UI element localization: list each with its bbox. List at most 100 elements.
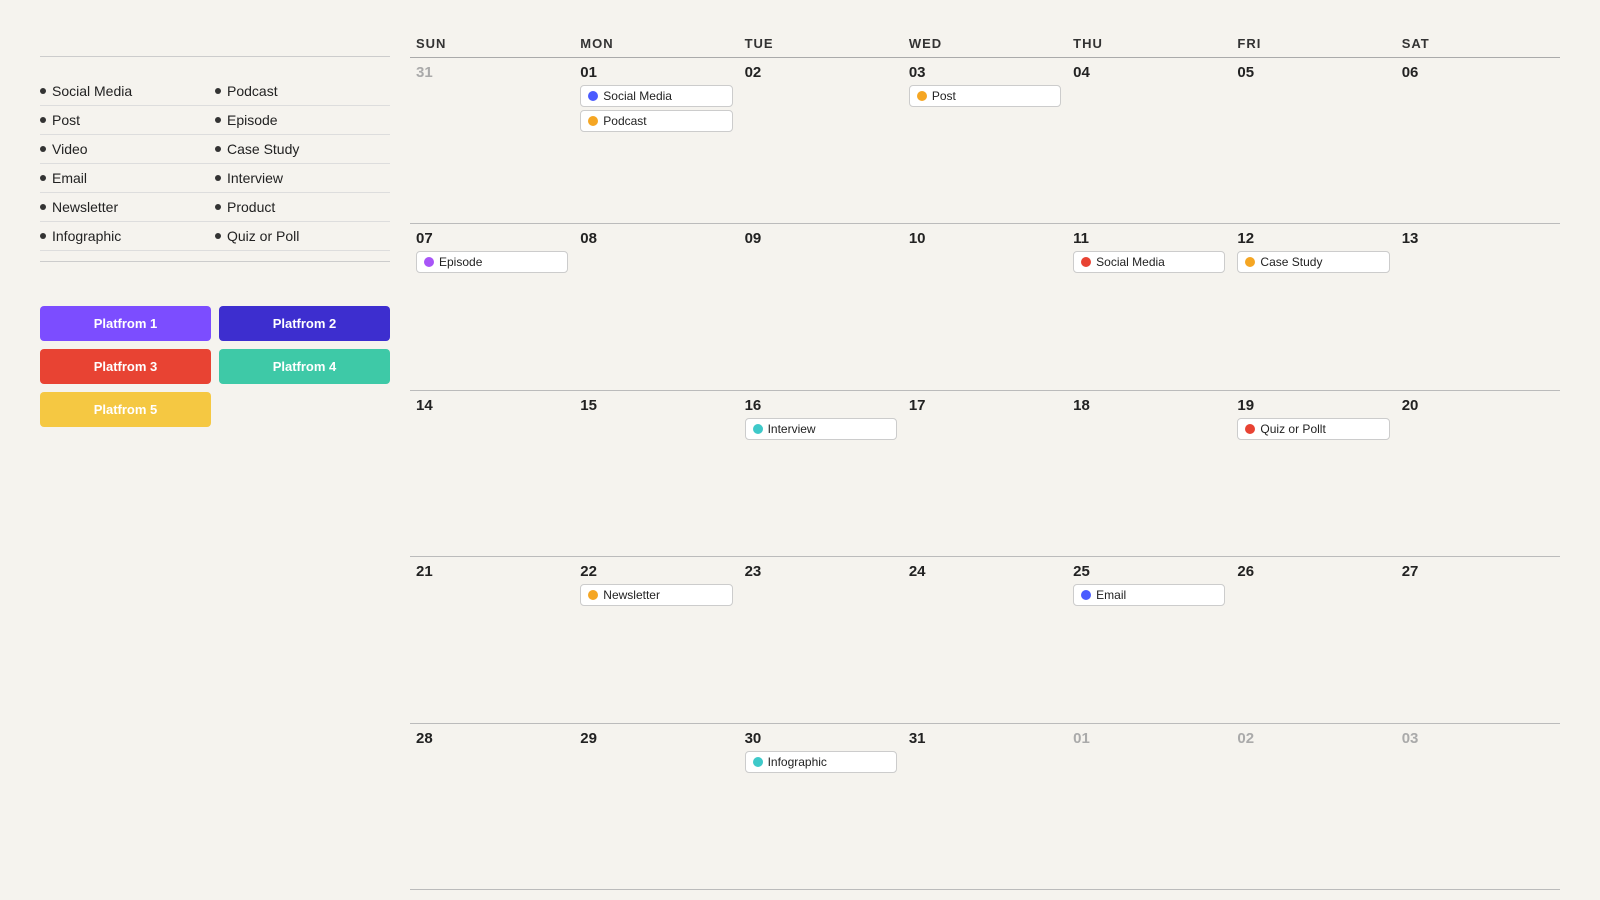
day-of-week: WED [903, 36, 1067, 51]
bullet [215, 117, 221, 123]
calendar-cell: 01 Social Media Podcast [574, 58, 738, 223]
content-type-item: Newsletter [40, 193, 215, 222]
calendar-date: 17 [909, 397, 1061, 414]
event-dot [588, 590, 598, 600]
calendar-date: 14 [416, 397, 568, 414]
calendar-cell: 15 [574, 391, 738, 556]
bullet [215, 88, 221, 94]
calendar-cell: 29 [574, 724, 738, 889]
calendar-date: 23 [745, 563, 897, 580]
calendar-event: Infographic [745, 751, 897, 773]
calendar-date: 25 [1073, 563, 1225, 580]
content-type-col1: Social MediaPostVideoEmailNewsletterInfo… [40, 77, 215, 251]
calendar-date: 01 [1073, 730, 1225, 747]
bullet [40, 175, 46, 181]
calendar-event: Newsletter [580, 584, 732, 606]
calendar-cell: 27 [1396, 557, 1560, 722]
calendar-cell: 25 Email [1067, 557, 1231, 722]
bullet [40, 204, 46, 210]
bullet [40, 146, 46, 152]
day-of-week: TUE [739, 36, 903, 51]
calendar-cell: 17 [903, 391, 1067, 556]
calendar-date: 18 [1073, 397, 1225, 414]
calendar-date: 21 [416, 563, 568, 580]
calendar-date: 07 [416, 230, 568, 247]
calendar-date: 02 [1237, 730, 1389, 747]
bullet [215, 175, 221, 181]
platform-button[interactable]: Platfrom 1 [40, 306, 211, 341]
calendar-cell: 02 [1231, 724, 1395, 889]
calendar-cell: 20 [1396, 391, 1560, 556]
calendar-date: 26 [1237, 563, 1389, 580]
calendar-body: 31 01 Social Media Podcast 02 03Post0405 06 07 E… [410, 58, 1560, 890]
calendar-cell: 14 [410, 391, 574, 556]
content-type-grid: Social MediaPostVideoEmailNewsletterInfo… [40, 77, 390, 251]
calendar-event: Social Media [1073, 251, 1225, 273]
calendar-date: 09 [745, 230, 897, 247]
calendar-cell: 05 [1231, 58, 1395, 223]
calendar-event: Episode [416, 251, 568, 273]
event-dot [1081, 257, 1091, 267]
content-type-item: Video [40, 135, 215, 164]
calendar-date: 22 [580, 563, 732, 580]
calendar-date: 30 [745, 730, 897, 747]
day-of-week: SUN [410, 36, 574, 51]
calendar-cell: 12 Case Study [1231, 224, 1395, 389]
content-type-item: Podcast [215, 77, 390, 106]
calendar-cell: 04 [1067, 58, 1231, 223]
platform-button[interactable]: Platfrom 4 [219, 349, 390, 384]
content-type-item: Episode [215, 106, 390, 135]
calendar-date: 27 [1402, 563, 1554, 580]
calendar-cell: 03Post [903, 58, 1067, 223]
calendar-date: 01 [580, 64, 732, 81]
calendar-date: 13 [1402, 230, 1554, 247]
day-of-week: MON [574, 36, 738, 51]
calendar-event: Interview [745, 418, 897, 440]
calendar-date: 16 [745, 397, 897, 414]
calendar-date: 15 [580, 397, 732, 414]
platform-button[interactable]: Platfrom 3 [40, 349, 211, 384]
content-type-col2: PodcastEpisodeCase StudyInterviewProduct… [215, 77, 390, 251]
bullet [215, 233, 221, 239]
calendar-cell: 08 [574, 224, 738, 389]
event-dot [424, 257, 434, 267]
calendar-event: Social Media [580, 85, 732, 107]
day-of-week: FRI [1231, 36, 1395, 51]
calendar-event: Podcast [580, 110, 732, 132]
event-dot [917, 91, 927, 101]
calendar-event: Case Study [1237, 251, 1389, 273]
content-type-item: Product [215, 193, 390, 222]
day-of-week: THU [1067, 36, 1231, 51]
calendar-cell: 01 [1067, 724, 1231, 889]
platform-button[interactable]: Platfrom 5 [40, 392, 211, 427]
calendar-cell: 07 Episode [410, 224, 574, 389]
calendar-week: 2829 30 Infographic 31 01 02 03 [410, 724, 1560, 890]
calendar-cell: 11Social Media [1067, 224, 1231, 389]
platform-button[interactable]: Platfrom 2 [219, 306, 390, 341]
calendar-date: 03 [909, 64, 1061, 81]
calendar-cell: 31 [410, 58, 574, 223]
calendar-date: 03 [1402, 730, 1554, 747]
calendar-date: 31 [909, 730, 1061, 747]
bullet [215, 204, 221, 210]
calendar-cell: 06 [1396, 58, 1560, 223]
calendar-cell: 28 [410, 724, 574, 889]
event-dot [588, 116, 598, 126]
calendar-week: 2122Newsletter232425Email2627 [410, 557, 1560, 723]
content-type-item: Post [40, 106, 215, 135]
day-of-week: SAT [1396, 36, 1560, 51]
content-type-item: Quiz or Poll [215, 222, 390, 251]
content-type-item: Infographic [40, 222, 215, 251]
calendar-date: 12 [1237, 230, 1389, 247]
calendar-cell: 21 [410, 557, 574, 722]
calendar-date: 06 [1402, 64, 1554, 81]
bullet [40, 233, 46, 239]
calendar-date: 10 [909, 230, 1061, 247]
calendar-event: Quiz or Pollt [1237, 418, 1389, 440]
event-dot [753, 424, 763, 434]
calendar-cell: 23 [739, 557, 903, 722]
calendar-event: Email [1073, 584, 1225, 606]
calendar-week: 3101Social MediaPodcast0203Post040506 [410, 58, 1560, 224]
bullet [40, 88, 46, 94]
calendar: SUNMONTUEWEDTHUFRISAT 31 01 Social Media Po… [410, 36, 1560, 890]
